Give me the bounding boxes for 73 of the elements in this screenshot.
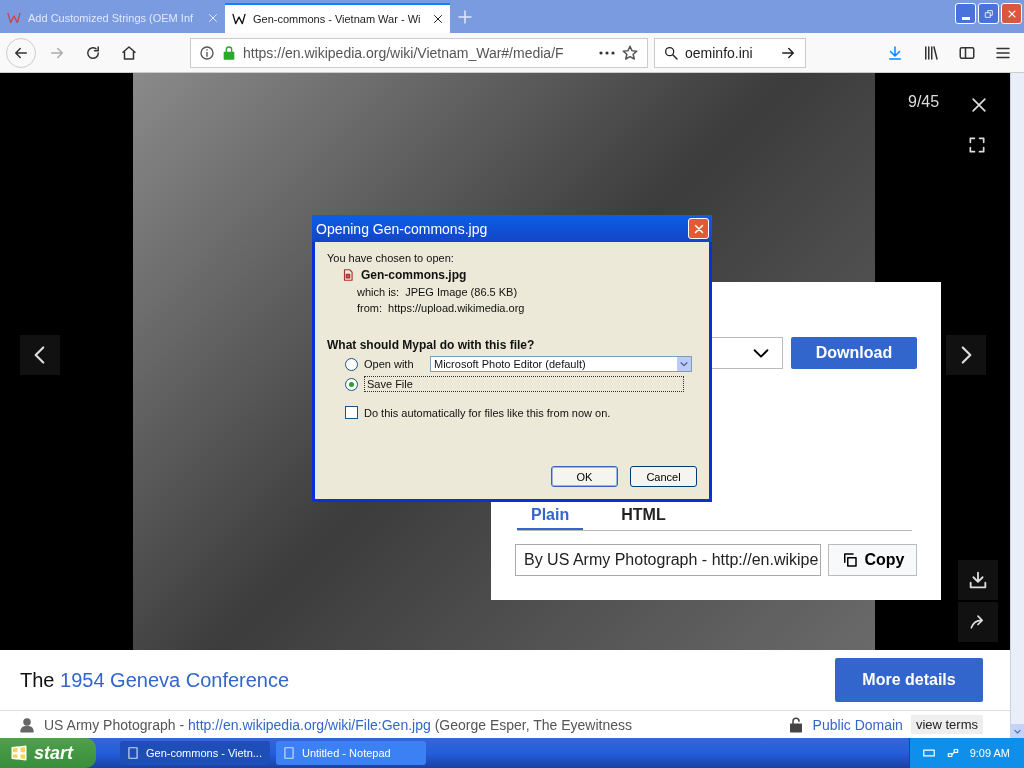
dialog-close-button[interactable]: [688, 218, 709, 239]
image-counter: 9/45: [908, 93, 940, 110]
close-icon: [432, 13, 444, 25]
page-icon: [231, 11, 247, 27]
keyboard-icon: [921, 746, 936, 760]
clock: 9:09 AM: [969, 747, 1010, 759]
close-icon: [207, 12, 219, 24]
close-icon: [692, 222, 705, 235]
checkbox-label: Do this automatically for files like this from now on.: [364, 406, 611, 419]
view-terms-button[interactable]: view terms: [910, 715, 983, 734]
minimize-button[interactable]: [955, 3, 976, 24]
download-button[interactable]: Download: [791, 337, 917, 369]
field-label: from:: [357, 302, 383, 314]
browser-tab[interactable]: Gen-commons - Vietnam War - Wi: [225, 3, 450, 33]
restore-button[interactable]: [978, 3, 999, 24]
star-icon: [621, 43, 639, 62]
next-button[interactable]: [946, 335, 986, 375]
start-button[interactable]: start: [0, 738, 96, 768]
scrollbar[interactable]: [1010, 73, 1024, 738]
app-select[interactable]: Microsoft Photo Editor (default): [430, 356, 692, 372]
page-icon: [6, 10, 22, 26]
taskbar-item[interactable]: Untitled - Notepad: [276, 741, 426, 765]
share-button[interactable]: [958, 602, 998, 642]
question-text: What should Mypal do with this file?: [327, 338, 536, 352]
taskbar-item[interactable]: Gen-commons - Vietn...: [120, 741, 270, 765]
app-icon: [126, 746, 140, 760]
app-icon: [282, 746, 296, 760]
attribution-field[interactable]: By US Army Photograph - http://en.wikipe: [515, 544, 821, 576]
option-label: Open with: [364, 358, 415, 370]
copy-button[interactable]: Copy: [828, 544, 917, 576]
intro-text: You have chosen to open:: [327, 252, 455, 264]
home-icon: [120, 43, 138, 62]
close-icon: [969, 95, 989, 115]
address-bar[interactable]: https://en.wikipedia.org/wiki/Vietnam_War#/media/F: [190, 37, 648, 68]
plus-icon: [456, 7, 474, 26]
radio-button[interactable]: [345, 377, 358, 391]
close-icon: [1006, 8, 1017, 19]
image-file-icon: [341, 268, 355, 282]
title-link[interactable]: 1954 Geneva Conference: [60, 668, 290, 691]
dialog-button[interactable]: Cancel: [630, 466, 697, 487]
lock-icon: [221, 44, 237, 61]
file-link[interactable]: http://en.wikipedia.org/wiki/File:Gen.jpg: [187, 716, 431, 733]
image-title: The 1954 Geneva Conference: [20, 668, 291, 692]
license-link[interactable]: Public Domain: [812, 716, 903, 733]
dialog-title: Opening Gen-commons.jpg: [316, 220, 489, 237]
format-tab[interactable]: HTML: [607, 500, 680, 530]
more-details-button[interactable]: More details: [835, 658, 983, 702]
radio-button[interactable]: [345, 357, 358, 371]
file-source: https://upload.wikimedia.org: [388, 302, 525, 314]
search-icon: [663, 44, 679, 61]
author-text: US Army Photograph - http://en.wikipedia.org/wiki/File:Gen.jpg (George Esper, The Eyewitness: [44, 716, 634, 733]
file-type: JPEG Image (86.5 KB): [405, 286, 518, 298]
reload-icon: [84, 43, 102, 62]
previous-button[interactable]: [20, 335, 60, 375]
download-icon: [886, 43, 904, 62]
download-button[interactable]: [958, 560, 998, 600]
restore-icon: [983, 8, 994, 19]
field-label: which is:: [357, 286, 400, 298]
fullscreen-icon: [967, 135, 987, 155]
download-icon: [967, 569, 989, 591]
person-icon: [18, 715, 36, 734]
library-icon: [922, 43, 940, 62]
file-name: Gen-commons.jpg: [361, 268, 467, 282]
chevron-down-icon: [679, 359, 689, 369]
checkbox[interactable]: [345, 406, 358, 419]
info-icon: [199, 44, 215, 61]
search-field[interactable]: oeminfo.ini: [654, 37, 806, 68]
option-label: Save File: [364, 376, 684, 392]
network-icon: [945, 746, 960, 760]
dialog-button[interactable]: OK: [551, 466, 618, 487]
minimize-icon: [961, 17, 970, 20]
windows-flag-icon: [10, 744, 28, 762]
more-icon: [599, 50, 615, 55]
